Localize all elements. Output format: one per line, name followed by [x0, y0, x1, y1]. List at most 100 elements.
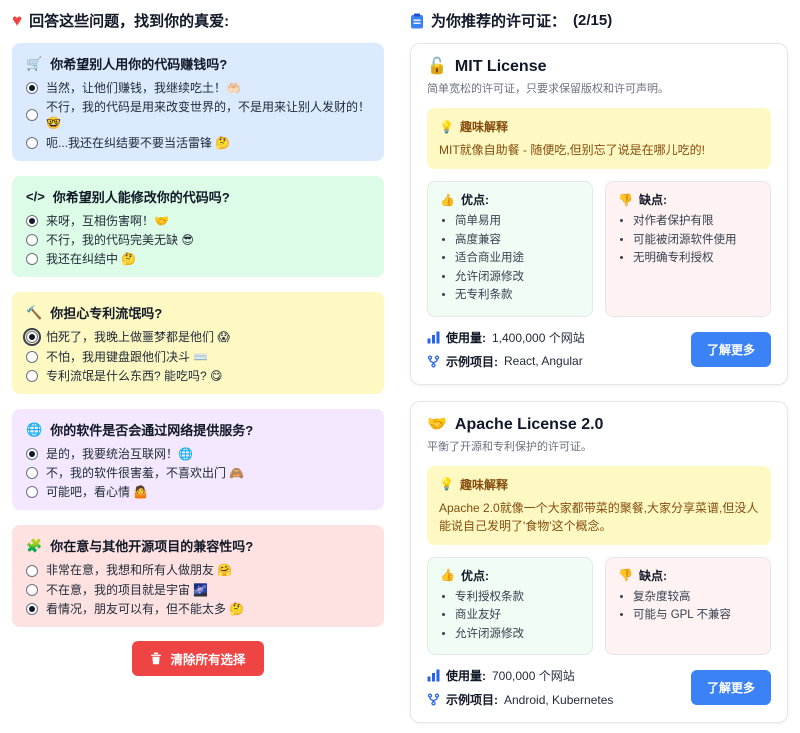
questions-panel-title: ♥ 回答这些问题，找到你的真爱:	[12, 10, 384, 31]
radio-option[interactable]: 来呀，互相伤害啊！🤝	[26, 213, 370, 229]
option-label: 呃...我还在纠结要不要当活雷锋 🤔	[46, 135, 230, 151]
bulb-icon: 💡	[439, 120, 454, 134]
usage-label: 使用量:	[446, 667, 486, 684]
radio-icon[interactable]	[26, 234, 38, 246]
pros-title: 👍 优点:	[440, 191, 580, 208]
cons-title: 👎 缺点:	[618, 567, 758, 584]
thumbs-up-icon: 👍	[440, 568, 455, 582]
thumbs-down-icon: 👎	[618, 193, 633, 207]
radio-icon[interactable]	[26, 448, 38, 460]
radio-icon[interactable]	[26, 253, 38, 265]
option-label: 当然，让他们赚钱，我继续吃土！🤲🏻	[46, 80, 241, 96]
option-label: 非常在意，我想和所有人做朋友 🤗	[46, 562, 232, 578]
radio-icon[interactable]	[26, 584, 38, 596]
pros-item: 简单易用	[455, 214, 580, 230]
cons-label-text: 缺点:	[639, 567, 667, 584]
pros-item: 商业友好	[455, 608, 580, 624]
option-list: 非常在意，我想和所有人做朋友 🤗 不在意，我的项目就是宇宙 🌌 看情况，朋友可以…	[26, 562, 370, 617]
clear-all-label: 清除所有选择	[170, 649, 245, 668]
pros-item: 专利授权条款	[455, 590, 580, 606]
radio-option[interactable]: 我还在纠结中 🤔	[26, 251, 370, 267]
question-title: 🌐 你的软件是否会通过网络提供服务?	[26, 420, 370, 439]
cart-icon: 🛒	[26, 57, 42, 70]
radio-option[interactable]: 看情况，朋友可以有，但不能太多 🤔	[26, 601, 370, 617]
question-title: 🛒 你希望别人用你的代码赚钱吗?	[26, 54, 370, 73]
usage-stat: 使用量: 700,000 个网站	[427, 667, 613, 684]
question-title-text: 你希望别人用你的代码赚钱吗?	[50, 54, 227, 73]
unlock-icon: 🔓	[427, 59, 447, 75]
option-label: 不怕，我用键盘跟他们决斗 ⌨️	[46, 349, 208, 365]
question-card: 🛒 你希望别人用你的代码赚钱吗? 当然，让他们赚钱，我继续吃土！🤲🏻 不行，我的…	[12, 43, 384, 161]
radio-option[interactable]: 不怕，我用键盘跟他们决斗 ⌨️	[26, 349, 370, 365]
option-list: 当然，让他们赚钱，我继续吃土！🤲🏻 不行，我的代码是用来改变世界的，不是用来让别…	[26, 80, 370, 151]
examples-stat: 示例项目: Android, Kubernetes	[427, 691, 613, 708]
radio-option[interactable]: 是的，我要统治互联网！🌐	[26, 446, 370, 462]
radio-option[interactable]: 不在意，我的项目就是宇宙 🌌	[26, 582, 370, 598]
thumbs-up-icon: 👍	[440, 193, 455, 207]
pros-list: 简单易用高度兼容适合商业用途允许闭源修改无专利条款	[440, 214, 580, 304]
question-title-text: 你的软件是否会通过网络提供服务?	[50, 420, 253, 439]
pros-box: 👍 优点: 简单易用高度兼容适合商业用途允许闭源修改无专利条款	[427, 181, 593, 317]
radio-option[interactable]: 呃...我还在纠结要不要当活雷锋 🤔	[26, 135, 370, 151]
radio-icon[interactable]	[26, 137, 38, 149]
handshake-icon: 🤝	[427, 417, 447, 433]
heart-icon: ♥	[12, 12, 22, 29]
learn-more-button[interactable]: 了解更多	[691, 332, 771, 367]
clipboard-icon	[410, 13, 424, 29]
radio-option[interactable]: 不行，我的代码完美无缺 😎	[26, 232, 370, 248]
option-label: 不行，我的代码是用来改变世界的，不是用来让别人发财的！🤓	[46, 99, 370, 131]
bulb-icon: 💡	[439, 477, 454, 491]
pros-item: 允许闭源修改	[455, 627, 580, 643]
fork-icon	[427, 355, 440, 368]
cons-item: 对作者保护有限	[633, 214, 758, 230]
radio-option[interactable]: 专利流氓是什么东西? 能吃吗? 😋	[26, 368, 370, 384]
option-label: 不行，我的代码完美无缺 😎	[46, 232, 194, 248]
radio-option[interactable]: 非常在意，我想和所有人做朋友 🤗	[26, 562, 370, 578]
radio-icon[interactable]	[26, 331, 38, 343]
radio-icon[interactable]	[26, 370, 38, 382]
radio-icon[interactable]	[26, 467, 38, 479]
radio-icon[interactable]	[26, 565, 38, 577]
usage-value: 1,400,000 个网站	[492, 329, 585, 346]
radio-option[interactable]: 不，我的软件很害羞，不喜欢出门 🙈	[26, 465, 370, 481]
question-card: 🧩 你在意与其他开源项目的兼容性吗? 非常在意，我想和所有人做朋友 🤗 不在意，…	[12, 525, 384, 627]
trash-icon	[150, 652, 162, 665]
fun-label: 💡 趣味解释	[439, 118, 759, 135]
question-card: 🔨 你担心专利流氓吗? 怕死了，我晚上做噩梦都是他们 😱 不怕，我用键盘跟他们决…	[12, 292, 384, 394]
recommendations-panel: 为你推荐的许可证： (2/15) 🔓 MIT License 简单宽松的许可证，…	[410, 8, 788, 723]
radio-icon[interactable]	[26, 351, 38, 363]
license-card: 🔓 MIT License 简单宽松的许可证，只要求保留版权和许可声明。 💡 趣…	[410, 43, 788, 385]
option-label: 看情况，朋友可以有，但不能太多 🤔	[46, 601, 244, 617]
cons-item: 无明确专利授权	[633, 251, 758, 267]
examples-value: Android, Kubernetes	[504, 693, 613, 707]
radio-icon[interactable]	[26, 486, 38, 498]
license-card: 🤝 Apache License 2.0 平衡了开源和专利保护的许可证。 💡 趣…	[410, 401, 788, 724]
cons-box: 👎 缺点: 对作者保护有限可能被闭源软件使用无明确专利授权	[605, 181, 771, 317]
pros-item: 适合商业用途	[455, 251, 580, 267]
radio-icon[interactable]	[26, 603, 38, 615]
radio-option[interactable]: 当然，让他们赚钱，我继续吃土！🤲🏻	[26, 80, 370, 96]
radio-icon[interactable]	[26, 82, 38, 94]
examples-value: React, Angular	[504, 354, 583, 368]
stats-row: 使用量: 700,000 个网站 示例项目:	[427, 667, 771, 708]
question-title-text: 你担心专利流氓吗?	[50, 303, 162, 322]
pros-item: 允许闭源修改	[455, 270, 580, 286]
radio-icon[interactable]	[26, 109, 38, 121]
fun-explanation-box: 💡 趣味解释 Apache 2.0就像一个大家都带菜的聚餐,大家分享菜谱,但没人…	[427, 466, 771, 545]
radio-icon[interactable]	[26, 215, 38, 227]
stats: 使用量: 700,000 个网站 示例项目:	[427, 667, 613, 708]
option-label: 专利流氓是什么东西? 能吃吗? 😋	[46, 368, 223, 384]
recommendations-title-text: 为你推荐的许可证：	[431, 10, 566, 31]
license-list: 🔓 MIT License 简单宽松的许可证，只要求保留版权和许可声明。 💡 趣…	[410, 43, 788, 723]
fun-text: MIT就像自助餐 - 随便吃,但别忘了说是在哪儿吃的!	[439, 141, 759, 159]
stats: 使用量: 1,400,000 个网站 示例项目:	[427, 329, 585, 370]
license-description: 平衡了开源和专利保护的许可证。	[427, 438, 771, 454]
question-title: 🧩 你在意与其他开源项目的兼容性吗?	[26, 536, 370, 555]
recommendations-panel-title: 为你推荐的许可证： (2/15)	[410, 10, 788, 31]
clear-all-button[interactable]: 清除所有选择	[132, 641, 263, 676]
radio-option[interactable]: 可能吧，看心情 🤷	[26, 484, 370, 500]
pros-label-text: 优点:	[461, 191, 489, 208]
learn-more-button[interactable]: 了解更多	[691, 670, 771, 705]
radio-option[interactable]: 怕死了，我晚上做噩梦都是他们 😱	[26, 329, 370, 345]
radio-option[interactable]: 不行，我的代码是用来改变世界的，不是用来让别人发财的！🤓	[26, 99, 370, 131]
